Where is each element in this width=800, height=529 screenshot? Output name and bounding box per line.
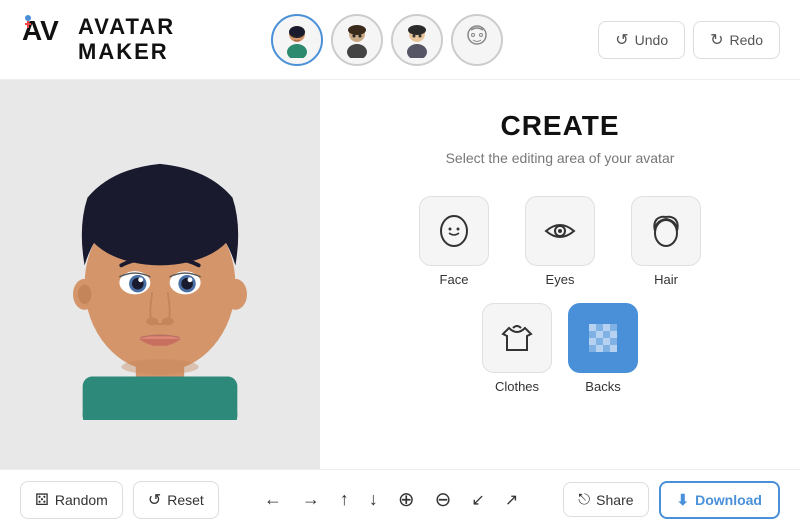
avatar-svg xyxy=(30,130,290,420)
logo: AV AVATAR MAKER xyxy=(20,10,175,70)
logo-icon: AV xyxy=(20,10,70,70)
arrow-left-icon: ← xyxy=(264,489,282,510)
backs-icon xyxy=(585,320,621,356)
avatar-preview-panel xyxy=(0,80,320,469)
reset-button[interactable]: ↺ Reset xyxy=(133,481,219,519)
editing-label-clothes: Clothes xyxy=(495,379,539,394)
redo-icon: ↻ xyxy=(710,30,723,50)
create-subtitle: Select the editing area of your avatar xyxy=(446,150,675,166)
nav-up-button[interactable]: ↑ xyxy=(336,485,353,514)
undo-label: Undo xyxy=(635,32,668,48)
editing-item-backs[interactable]: Backs xyxy=(568,303,638,394)
logo-line1: AVATAR xyxy=(78,14,175,39)
face-icon xyxy=(436,213,472,249)
bottom-left-actions: ⚄ Random ↺ Reset xyxy=(20,481,219,519)
nav-forward-button[interactable]: → xyxy=(298,485,324,514)
zoom-out-icon: ⊖ xyxy=(435,487,452,512)
arrow-down-icon: ↓ xyxy=(369,489,378,510)
create-title: CREATE xyxy=(500,110,619,142)
editing-grid-row1: Face Eyes xyxy=(409,196,711,287)
content-area: CREATE Select the editing area of your a… xyxy=(0,80,800,469)
nav-back-button[interactable]: ← xyxy=(260,485,286,514)
eye-icon xyxy=(542,213,578,249)
share-button[interactable]: ⎋ Share xyxy=(563,482,648,517)
logo-text: AVATAR MAKER xyxy=(78,15,175,63)
editing-label-backs: Backs xyxy=(585,379,620,394)
random-button[interactable]: ⚄ Random xyxy=(20,481,123,519)
download-button[interactable]: ⬇ Download xyxy=(659,481,780,519)
redo-label: Redo xyxy=(730,32,763,48)
header-actions: ↺ Undo ↻ Redo xyxy=(598,21,780,59)
editing-label-hair: Hair xyxy=(654,272,678,287)
editing-grid-row2: Clothes xyxy=(482,303,638,394)
editing-icon-eyes xyxy=(525,196,595,266)
reset-label: Reset xyxy=(167,492,204,508)
zoom-in-button[interactable]: ⊕ xyxy=(394,483,419,516)
avatar-thumb-4[interactable] xyxy=(451,14,503,66)
share-label: Share xyxy=(596,492,633,508)
arrow-right-icon: → xyxy=(302,489,320,510)
avatar-thumbnails xyxy=(271,14,503,66)
hair-icon xyxy=(648,213,684,249)
arrow-up-icon: ↑ xyxy=(340,489,349,510)
avatar-thumb-1[interactable] xyxy=(271,14,323,66)
share-icon: ⎋ xyxy=(578,491,590,508)
zoom-in-icon: ⊕ xyxy=(398,487,415,512)
editing-icon-face xyxy=(419,196,489,266)
logo-line2: MAKER xyxy=(78,39,169,64)
undo-button[interactable]: ↺ Undo xyxy=(598,21,685,59)
editing-item-hair[interactable]: Hair xyxy=(621,196,711,287)
rotate-right-button[interactable]: ↗ xyxy=(501,486,522,514)
create-panel: CREATE Select the editing area of your a… xyxy=(320,80,800,469)
editing-icon-hair xyxy=(631,196,701,266)
editing-item-clothes[interactable]: Clothes xyxy=(482,303,552,394)
editing-icon-clothes xyxy=(482,303,552,373)
random-label: Random xyxy=(55,492,108,508)
random-icon: ⚄ xyxy=(35,490,49,510)
reset-icon: ↺ xyxy=(148,490,161,510)
footer-bar: ⚄ Random ↺ Reset ← → ↑ ↓ ⊕ ⊖ ↙ ↗ xyxy=(0,469,800,529)
rotate-left-icon: ↙ xyxy=(471,490,484,510)
bottom-right-actions: ⎋ Share ⬇ Download xyxy=(563,481,780,519)
header: AV AVATAR MAKER xyxy=(0,0,800,80)
zoom-out-button[interactable]: ⊖ xyxy=(431,483,456,516)
editing-item-eyes[interactable]: Eyes xyxy=(515,196,605,287)
rotate-right-icon: ↗ xyxy=(505,490,518,510)
editing-label-face: Face xyxy=(440,272,469,287)
redo-button[interactable]: ↻ Redo xyxy=(693,21,780,59)
editing-label-eyes: Eyes xyxy=(546,272,575,287)
editing-item-face[interactable]: Face xyxy=(409,196,499,287)
nav-down-button[interactable]: ↓ xyxy=(365,485,382,514)
avatar-thumb-2[interactable] xyxy=(331,14,383,66)
download-icon: ⬇ xyxy=(677,491,690,509)
download-label: Download xyxy=(695,492,762,508)
undo-icon: ↺ xyxy=(615,30,628,50)
nav-controls: ← → ↑ ↓ ⊕ ⊖ ↙ ↗ xyxy=(260,483,522,516)
avatar-thumb-3[interactable] xyxy=(391,14,443,66)
clothes-icon xyxy=(499,320,535,356)
rotate-left-button[interactable]: ↙ xyxy=(467,486,488,514)
editing-icon-backs xyxy=(568,303,638,373)
